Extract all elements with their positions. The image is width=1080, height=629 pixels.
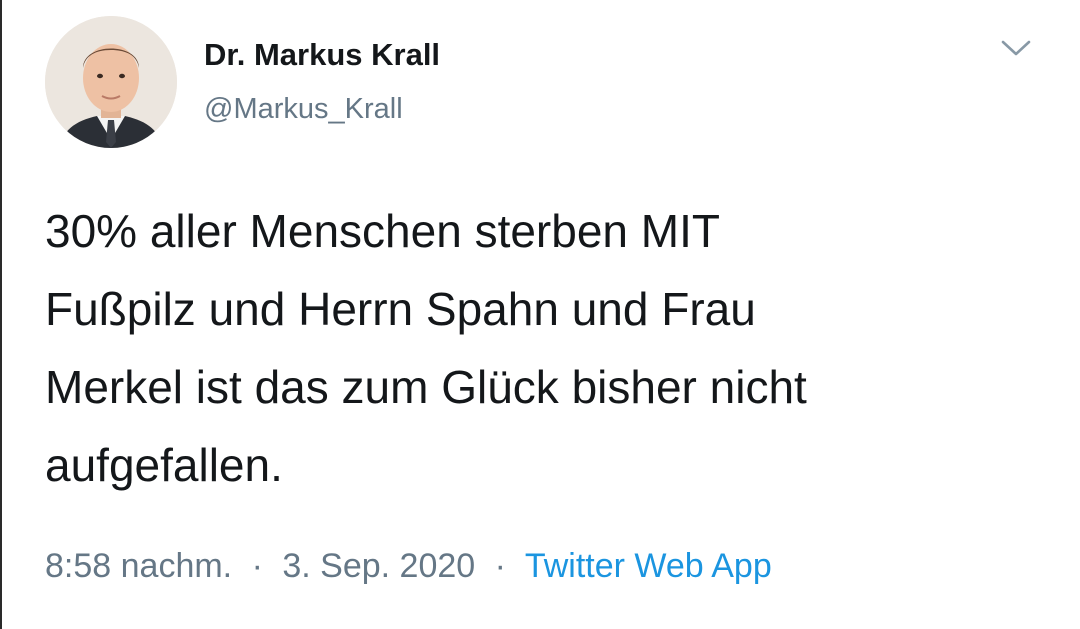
tweet-text-line: Merkel ist das zum Glück bisher nicht <box>45 361 807 413</box>
avatar[interactable] <box>45 16 177 148</box>
tweet-meta: 8:58 nachm. · 3. Sep. 2020 · Twitter Web… <box>45 544 772 588</box>
left-border <box>0 0 2 629</box>
display-name[interactable]: Dr. Markus Krall <box>204 36 440 74</box>
separator: · <box>494 547 506 585</box>
tweet-text-line: Fußpilz und Herrn Spahn und Frau <box>45 283 756 335</box>
profile-photo-icon <box>45 16 177 148</box>
tweet-date[interactable]: 3. Sep. 2020 <box>282 547 475 585</box>
chevron-down-icon[interactable] <box>998 36 1034 60</box>
tweet-text-line: aufgefallen. <box>45 439 283 491</box>
separator: · <box>251 547 263 585</box>
tweet-time[interactable]: 8:58 nachm. <box>45 547 232 585</box>
tweet-source-link[interactable]: Twitter Web App <box>525 547 772 585</box>
author-info: Dr. Markus Krall @Markus_Krall <box>204 36 440 128</box>
tweet-text-line: 30% aller Menschen sterben MIT <box>45 205 720 257</box>
user-handle[interactable]: @Markus_Krall <box>204 90 440 128</box>
tweet-card: Dr. Markus Krall @Markus_Krall 30% aller… <box>0 0 1080 629</box>
tweet-text: 30% aller Menschen sterben MIT Fußpilz u… <box>45 192 1055 504</box>
